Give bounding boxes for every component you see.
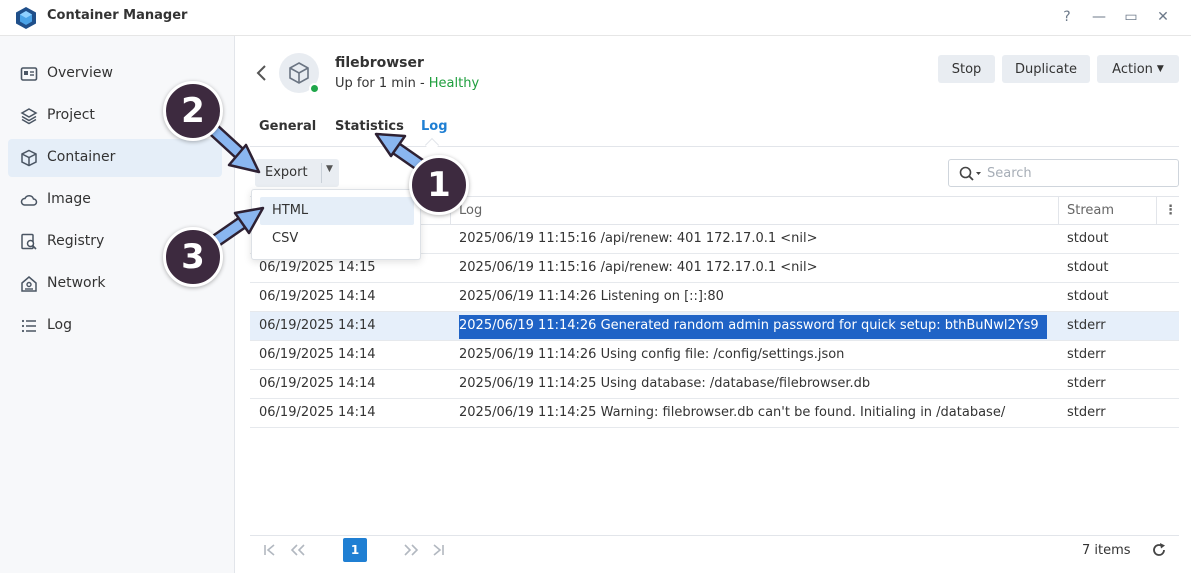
log-cell: 2025/06/19 11:14:25 Warning: filebrowser… [459, 405, 1006, 420]
container-manager-logo-icon [16, 7, 36, 29]
stream-cell: stderr [1067, 347, 1106, 362]
first-page-icon[interactable] [263, 543, 277, 557]
divider [321, 163, 322, 183]
stream-cell: stderr [1067, 318, 1106, 333]
search-input[interactable] [987, 164, 1167, 182]
sidebar-item-label: Container [47, 149, 116, 165]
sidebar-item-label: Log [47, 317, 73, 333]
search-field[interactable] [948, 159, 1179, 187]
export-menu-item-html[interactable]: HTML [260, 197, 414, 225]
sidebar-item-label: Overview [47, 65, 113, 81]
date-cell: 06/19/2025 14:14 [259, 289, 376, 304]
table-row-selected[interactable]: 06/19/2025 14:14 2025/06/19 11:14:26 Gen… [250, 312, 1179, 341]
table-row[interactable]: 06/19/2025 14:14 2025/06/19 11:14:25 War… [250, 399, 1179, 428]
stream-cell: stderr [1067, 405, 1106, 420]
export-label: Export [265, 165, 308, 180]
overview-icon [20, 67, 38, 81]
date-cell: 06/19/2025 14:14 [259, 318, 376, 333]
app-title: Container Manager [47, 8, 188, 23]
registry-icon [21, 233, 37, 250]
table-row[interactable]: 06/19/2025 14:14 2025/06/19 11:14:25 Usi… [250, 370, 1179, 399]
log-icon [21, 319, 36, 333]
tab-general[interactable]: General [259, 119, 316, 134]
table-row[interactable]: 06/19/2025 14:14 2025/06/19 11:14:26 Usi… [250, 341, 1179, 370]
tab-divider [250, 146, 1179, 147]
menu-item-label: HTML [272, 203, 309, 218]
network-icon [21, 276, 37, 292]
sidebar-item-container[interactable]: Container [8, 139, 222, 177]
action-label: Action [1112, 61, 1153, 77]
menu-item-label: CSV [272, 231, 299, 246]
health-status: Healthy [428, 76, 480, 91]
export-menu: HTML CSV [251, 189, 421, 260]
annotation-step-3: 3 [163, 227, 223, 287]
back-chevron-icon[interactable] [254, 62, 270, 84]
refresh-icon[interactable] [1151, 542, 1167, 558]
annotation-arrow-1 [374, 132, 427, 172]
maximize-icon[interactable]: ▭ [1115, 6, 1147, 28]
sidebar-item-label: Registry [47, 233, 105, 249]
date-cell: 06/19/2025 14:14 [259, 405, 376, 420]
caret-down-icon[interactable]: ▼ [326, 164, 333, 174]
annotation-step-1: 1 [409, 155, 469, 215]
sidebar-item-label: Image [47, 191, 91, 207]
date-cell: 06/19/2025 14:14 [259, 376, 376, 391]
last-page-icon[interactable] [431, 543, 445, 557]
help-icon[interactable]: ? [1051, 6, 1083, 28]
log-cell: 2025/06/19 11:14:26 Using config file: /… [459, 347, 845, 362]
container-icon [21, 149, 37, 167]
stream-cell: stdout [1067, 289, 1109, 304]
current-page-button[interactable]: 1 [343, 538, 367, 562]
stream-cell: stderr [1067, 376, 1106, 391]
tab-statistics[interactable]: Statistics [335, 119, 404, 134]
stream-cell: stdout [1067, 260, 1109, 275]
title-bar: Container Manager ? — ▭ ✕ [0, 0, 1191, 36]
minimize-icon[interactable]: — [1083, 6, 1115, 28]
container-icon [289, 62, 309, 84]
running-status-dot [309, 83, 320, 94]
log-cell-highlighted: 2025/06/19 11:14:26 Generated random adm… [459, 315, 1047, 339]
date-cell: 06/19/2025 14:15 [259, 260, 376, 275]
container-status: Up for 1 min - Healthy [335, 76, 479, 91]
sidebar-item-log[interactable]: Log [8, 307, 222, 345]
log-cell: 2025/06/19 11:15:16 /api/renew: 401 172.… [459, 231, 818, 246]
caret-down-icon: ▼ [1156, 64, 1164, 74]
table-footer [250, 535, 1179, 567]
duplicate-button[interactable]: Duplicate [1002, 55, 1090, 83]
column-options-icon[interactable]: ⋮ [1164, 203, 1177, 218]
date-cell: 06/19/2025 14:14 [259, 347, 376, 362]
log-cell: 2025/06/19 11:15:16 /api/renew: 401 172.… [459, 260, 818, 275]
project-icon [20, 108, 38, 125]
column-header-stream[interactable]: Stream [1067, 203, 1114, 218]
active-tab-pointer [424, 137, 440, 153]
stream-cell: stdout [1067, 231, 1109, 246]
next-page-icon[interactable] [402, 543, 420, 557]
uptime-text: Up for 1 min - [335, 76, 429, 91]
sidebar-item-image[interactable]: Image [8, 181, 222, 219]
previous-page-icon[interactable] [289, 543, 307, 557]
table-row[interactable]: 06/19/2025 14:14 2025/06/19 11:14:26 Lis… [250, 283, 1179, 312]
sidebar-item-label: Network [47, 275, 106, 291]
container-name: filebrowser [335, 55, 424, 71]
close-icon[interactable]: ✕ [1147, 6, 1179, 28]
sidebar-item-label: Project [47, 107, 95, 123]
cloud-icon [20, 194, 38, 206]
export-button[interactable]: Export ▼ [255, 159, 339, 187]
stop-button[interactable]: Stop [938, 55, 995, 83]
log-cell: 2025/06/19 11:14:25 Using database: /dat… [459, 376, 871, 391]
export-menu-item-csv[interactable]: CSV [260, 225, 414, 253]
column-header-log[interactable]: Log [459, 203, 482, 218]
column-divider [1058, 197, 1059, 225]
items-count: 7 items [1082, 543, 1131, 558]
tab-log[interactable]: Log [421, 119, 448, 134]
search-icon[interactable] [959, 166, 983, 182]
log-cell: 2025/06/19 11:14:26 Listening on [::]:80 [459, 289, 724, 304]
action-button[interactable]: Action ▼ [1097, 55, 1179, 83]
column-divider [1156, 197, 1157, 225]
annotation-step-2: 2 [163, 81, 223, 141]
